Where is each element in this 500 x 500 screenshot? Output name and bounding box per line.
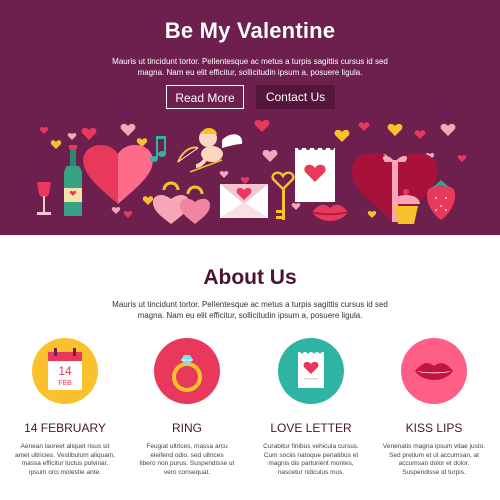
music-note-icon: [150, 136, 166, 162]
hero-description-line: Mauris ut tincidunt tortor. Pellentesque…: [112, 57, 388, 66]
love-letter-icon: [298, 350, 324, 388]
wine-bottle-icon: [64, 145, 82, 216]
calendar-icon: 14 FEB: [48, 348, 82, 390]
about-title: About Us: [203, 266, 297, 289]
calendar-day: 14: [58, 364, 72, 378]
calendar-month: FEB: [58, 380, 72, 387]
padlock-icon: [153, 181, 210, 224]
feature-title: 14 FEBRUARY: [24, 421, 106, 435]
hero-title: Be My Valentine: [164, 18, 336, 43]
feature-description-line: Aenean laoreet aliquet risus sit: [20, 443, 110, 450]
feature-description-line: Feugiat ultrices, massa arcu: [146, 443, 228, 450]
feature-title: KISS LIPS: [405, 421, 463, 435]
feature-description-line: ipsum orci molestie ante.: [29, 468, 101, 476]
feature-description-line: Sed pretium et ut accumsan, at: [389, 451, 479, 459]
feature-title: LOVE LETTER: [270, 421, 352, 435]
feature-description-line: Curabitur finibus vehicula cursus.: [263, 443, 359, 450]
feature-title: RING: [172, 421, 202, 435]
gift-box-icon: [351, 152, 439, 222]
lips-icon: [415, 363, 453, 380]
love-letter-icon: [295, 146, 335, 202]
read-more-button[interactable]: Read More: [166, 85, 244, 109]
feature-description-line: libero non purus. Suspendisse ut: [139, 460, 235, 467]
feature-ring: RING Feugiat ultrices, massa arcu eleife…: [127, 338, 247, 477]
hero-banner: Be My Valentine Mauris ut tincidunt tort…: [0, 0, 500, 235]
wine-glass-icon: [37, 182, 51, 215]
feature-description: Venenatis magna ipsum vitae justo. Sed p…: [374, 443, 494, 477]
hero-description-line: magna. Nam eu elit efficitur, sollicitud…: [137, 68, 363, 77]
feature-description: Aenean laoreet aliquet risus sit amet ul…: [5, 443, 125, 477]
feature-icon-circle: 14 FEB: [32, 338, 98, 404]
feature-description-line: Cum sociis natoque penatibus et: [263, 451, 359, 459]
feature-description-line: magnis dis parturient montes,: [268, 460, 354, 467]
feature-icon-circle: [278, 338, 344, 404]
feature-description: Feugiat ultrices, massa arcu eleifend od…: [127, 443, 247, 477]
cupid-icon: [177, 128, 243, 173]
about-description: Mauris ut tincidunt tortor. Pellentesque…: [100, 299, 400, 321]
key-icon: [271, 171, 295, 220]
about-description-line: magna. Nam eu elit efficitur, sollicitud…: [137, 311, 363, 320]
feature-description-line: vero consequat.: [163, 468, 211, 476]
contact-us-button[interactable]: Contact Us: [256, 85, 335, 109]
feature-description-line: amet ultricies. Vestibulum aliquam,: [14, 451, 116, 459]
hero-description: Mauris ut tincidunt tortor. Pellentesque…: [100, 56, 400, 78]
feature-14-february: 14 FEB 14 FEBRUARY Aenean laoreet alique…: [5, 338, 125, 477]
feature-description: Curabitur finibus vehicula cursus. Cum s…: [251, 443, 371, 477]
feature-love-letter: LOVE LETTER Curabitur finibus vehicula c…: [251, 338, 371, 477]
feature-description-line: accumsan dolor et dolor.: [398, 460, 470, 467]
feature-description-line: Suspendisse id turpis.: [402, 468, 466, 476]
feature-kiss-lips: KISS LIPS Venenatis magna ipsum vitae ju…: [374, 338, 494, 477]
heart-icon: [83, 144, 153, 204]
feature-description-line: Venenatis magna ipsum vitae justo.: [382, 443, 486, 450]
lips-icon: [311, 204, 349, 221]
about-description-line: Mauris ut tincidunt tortor. Pellentesque…: [112, 300, 388, 309]
ring-icon: [172, 355, 202, 392]
feature-icon-circle: [154, 338, 220, 404]
feature-description-line: massa efficitur luctus pulvinar,: [21, 460, 109, 467]
feature-description-line: eleifend odio, sed ultrices: [150, 451, 224, 459]
valentine-illustration: [37, 119, 467, 224]
envelope-icon: [220, 184, 268, 218]
feature-description-line: nascetur ridiculus mus.: [277, 468, 345, 476]
feature-icon-circle: [401, 338, 467, 404]
